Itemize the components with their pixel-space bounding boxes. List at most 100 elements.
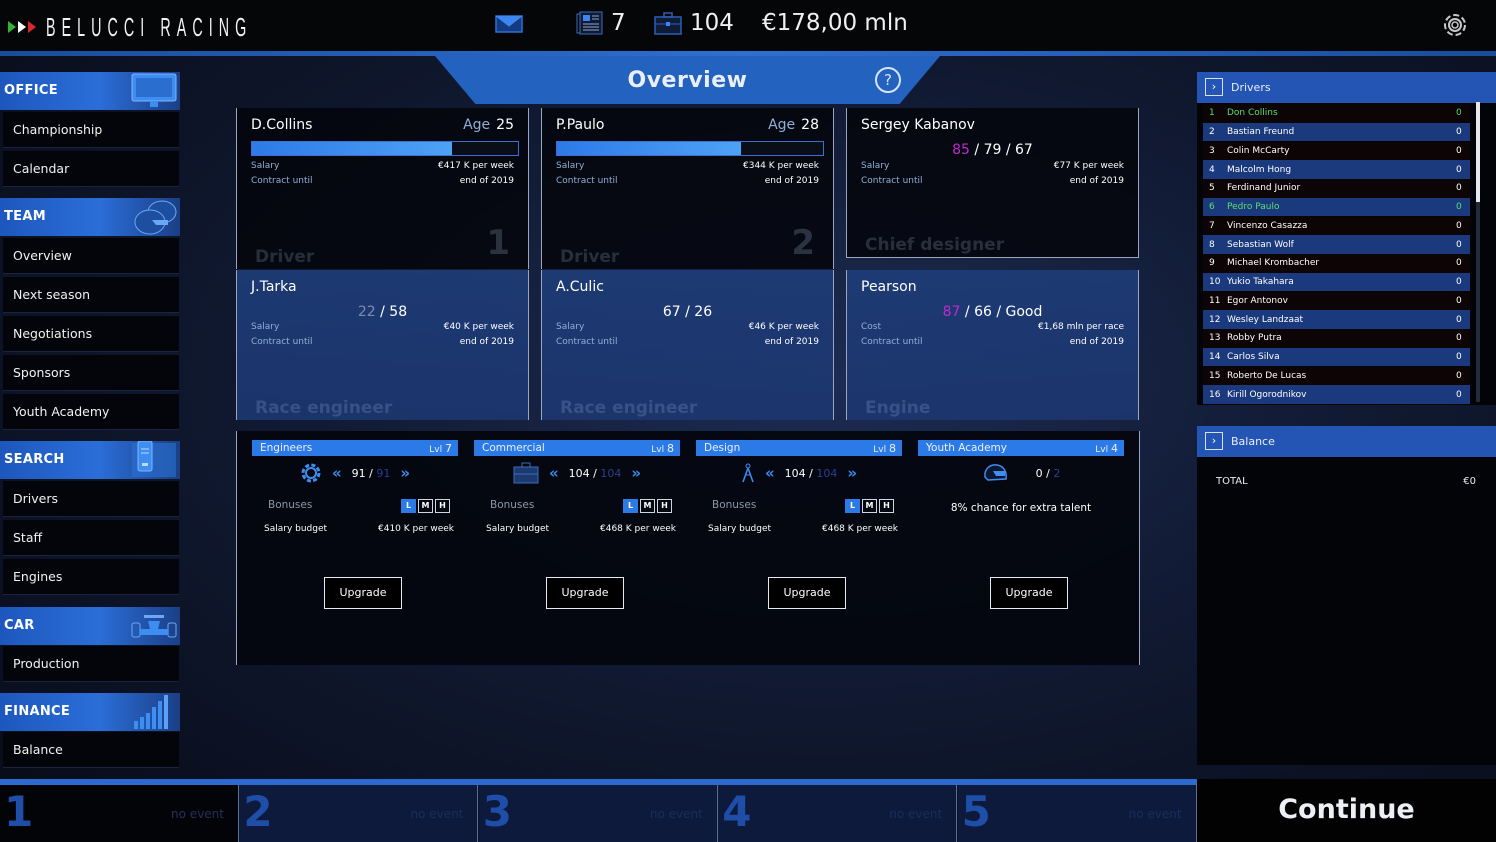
- bonus-low-button[interactable]: L: [623, 499, 638, 513]
- upgrade-button[interactable]: Upgrade: [990, 577, 1068, 609]
- money-value: €178,00 mln: [762, 10, 908, 36]
- bonus-low-button[interactable]: L: [845, 499, 860, 513]
- drivers-panel-header[interactable]: › Drivers: [1197, 72, 1496, 103]
- driver-standing-row[interactable]: 10 Yukio Takahara 0: [1203, 272, 1470, 292]
- chief-designer-card[interactable]: Sergey Kabanov 85 / 79 / 67 Salary €77 K …: [846, 108, 1139, 258]
- driver-standing-row[interactable]: 15 Roberto De Lucas 0: [1203, 366, 1470, 386]
- dept-level: Lvl 7: [429, 441, 452, 455]
- driver-position: 16: [1209, 389, 1221, 400]
- sidebar-item-next-season[interactable]: Next season: [3, 277, 179, 313]
- sidebar-item-sponsors[interactable]: Sponsors: [3, 355, 179, 391]
- salary-label: Salary: [251, 322, 280, 332]
- bonus-high-button[interactable]: H: [879, 499, 894, 513]
- salary-value: €46 K per week: [748, 322, 819, 332]
- sidebar-item-production[interactable]: Production: [3, 646, 179, 682]
- increase-staff-button[interactable]: »: [400, 464, 410, 482]
- rating-rest: / 66 / Good: [960, 304, 1043, 320]
- sidebar-item-balance[interactable]: Balance: [3, 732, 179, 768]
- bonus-high-button[interactable]: H: [435, 499, 450, 513]
- staff-count: 104: [690, 10, 734, 36]
- driver-standing-row[interactable]: 7 Vincenzo Casazza 0: [1203, 216, 1470, 236]
- sidebar-item-championship[interactable]: Championship: [3, 112, 179, 148]
- timeline-slot[interactable]: 4 no event: [718, 785, 958, 842]
- driver-standing-row[interactable]: 4 Malcolm Hong 0: [1203, 160, 1470, 179]
- timeline-slot[interactable]: 5 no event: [957, 785, 1197, 842]
- news-counter[interactable]: 7: [576, 10, 626, 36]
- timeline-slot[interactable]: 2 no event: [239, 785, 479, 842]
- bonus-medium-button[interactable]: M: [418, 499, 433, 513]
- race-engineer-card-2[interactable]: A.Culic 67 / 26 Salary €46 K per week Con…: [541, 270, 834, 420]
- driver-standing-row[interactable]: 2 Bastian Freund 0: [1203, 122, 1470, 142]
- contract-row: Contract until end of 2019: [556, 337, 819, 347]
- sidebar-item-youth-academy[interactable]: Youth Academy: [3, 394, 179, 430]
- driver-standing-row[interactable]: 5 Ferdinand Junior 0: [1203, 179, 1470, 198]
- staff-count: 104 / 104: [784, 466, 838, 480]
- timeline-slot[interactable]: 1 no event: [0, 785, 239, 842]
- bonus-medium-button[interactable]: M: [862, 499, 877, 513]
- race-engineer-card-1[interactable]: J.Tarka 22 / 58 Salary €40 K per week Con…: [236, 270, 529, 420]
- driver-standing-row[interactable]: 1 Don Collins 0: [1203, 104, 1470, 123]
- upgrade-button[interactable]: Upgrade: [768, 577, 846, 609]
- driver-standing-row[interactable]: 11 Egor Antonov 0: [1203, 291, 1470, 311]
- driver-standing-row[interactable]: 8 Sebastian Wolf 0: [1203, 235, 1470, 254]
- driver-standing-row[interactable]: 6 Pedro Paulo 0: [1203, 197, 1470, 217]
- contract-row: Contract until end of 2019: [251, 337, 514, 347]
- expand-chevron-icon[interactable]: ›: [1205, 78, 1223, 96]
- briefcase-icon: [513, 462, 539, 484]
- driver-standing-row[interactable]: 12 Wesley Landzaat 0: [1203, 310, 1470, 329]
- bonus-medium-button[interactable]: M: [640, 499, 655, 513]
- timeline-slot[interactable]: 3 no event: [478, 785, 718, 842]
- balance-panel-header[interactable]: › Balance: [1197, 426, 1496, 457]
- total-value: €0: [1463, 476, 1476, 487]
- driver-position: 8: [1209, 239, 1215, 250]
- salary-value: €344 K per week: [743, 161, 819, 171]
- staff-counter[interactable]: 104: [654, 10, 734, 36]
- bonus-high-button[interactable]: H: [657, 499, 672, 513]
- dept-level: Lvl 8: [873, 441, 896, 455]
- driver-standing-row[interactable]: 13 Robby Putra 0: [1203, 329, 1470, 348]
- expand-chevron-icon[interactable]: ›: [1205, 432, 1223, 450]
- driver-position: 5: [1209, 183, 1215, 194]
- increase-staff-button[interactable]: »: [631, 464, 641, 482]
- total-label: TOTAL: [1216, 476, 1248, 487]
- dept-commercial: Commercial Lvl 8 « 104 / 104 » Bonuses LM…: [474, 440, 680, 609]
- sidebar-item-negotiations[interactable]: Negotiations: [3, 316, 179, 352]
- help-button[interactable]: ?: [875, 67, 901, 93]
- driver-position: 3: [1209, 145, 1215, 156]
- dept-header: Commercial Lvl 8: [474, 440, 680, 456]
- bonus-low-button[interactable]: L: [401, 499, 416, 513]
- upgrade-button[interactable]: Upgrade: [324, 577, 402, 609]
- continue-button[interactable]: Continue: [1197, 779, 1496, 842]
- team-logo: BELUCCI RACING: [8, 12, 421, 42]
- driver-number: 2: [791, 223, 815, 263]
- sidebar-item-engines[interactable]: Engines: [3, 559, 179, 595]
- sidebar-item-staff[interactable]: Staff: [3, 520, 179, 556]
- bonus-level-selector: LMH: [845, 499, 894, 513]
- decrease-staff-button[interactable]: «: [549, 464, 559, 482]
- driver-standing-row[interactable]: 3 Colin McCarty 0: [1203, 141, 1470, 161]
- team-name: BELUCCI RACING: [46, 12, 253, 42]
- sidebar-item-overview[interactable]: Overview: [3, 238, 179, 274]
- driver-standing-row[interactable]: 16 Kirill Ogorodnikov 0: [1203, 385, 1470, 404]
- driver-position: 6: [1209, 202, 1215, 213]
- settings-gear-icon: [1444, 14, 1466, 36]
- decrease-staff-button[interactable]: «: [332, 464, 342, 482]
- mail-button[interactable]: [495, 15, 523, 33]
- sidebar-category-search: SEARCH: [0, 441, 180, 479]
- upgrade-button[interactable]: Upgrade: [546, 577, 624, 609]
- bonuses-label: Bonuses: [268, 499, 313, 511]
- engine-card[interactable]: Pearson 87 / 66 / Good Cost €1,68 mln per…: [846, 270, 1139, 420]
- item-label: Drivers: [13, 491, 58, 506]
- driver-card-2[interactable]: P.Paulo Age 28 Salary €344 K per week Cont…: [541, 108, 834, 269]
- sidebar-item-drivers[interactable]: Drivers: [3, 481, 179, 517]
- increase-staff-button[interactable]: »: [847, 464, 857, 482]
- drivers-scrollbar[interactable]: [1476, 102, 1480, 402]
- driver-card-1[interactable]: D.Collins Age 25 Salary €417 K per week Co…: [236, 108, 529, 269]
- sidebar-item-calendar[interactable]: Calendar: [3, 151, 179, 187]
- driver-points: 0: [1456, 352, 1462, 363]
- driver-standing-row[interactable]: 14 Carlos Silva 0: [1203, 347, 1470, 367]
- driver-standing-row[interactable]: 9 Michael Krombacher 0: [1203, 254, 1470, 273]
- scrollbar-thumb[interactable]: [1476, 102, 1480, 202]
- decrease-staff-button[interactable]: «: [765, 464, 775, 482]
- settings-button[interactable]: [1440, 10, 1470, 40]
